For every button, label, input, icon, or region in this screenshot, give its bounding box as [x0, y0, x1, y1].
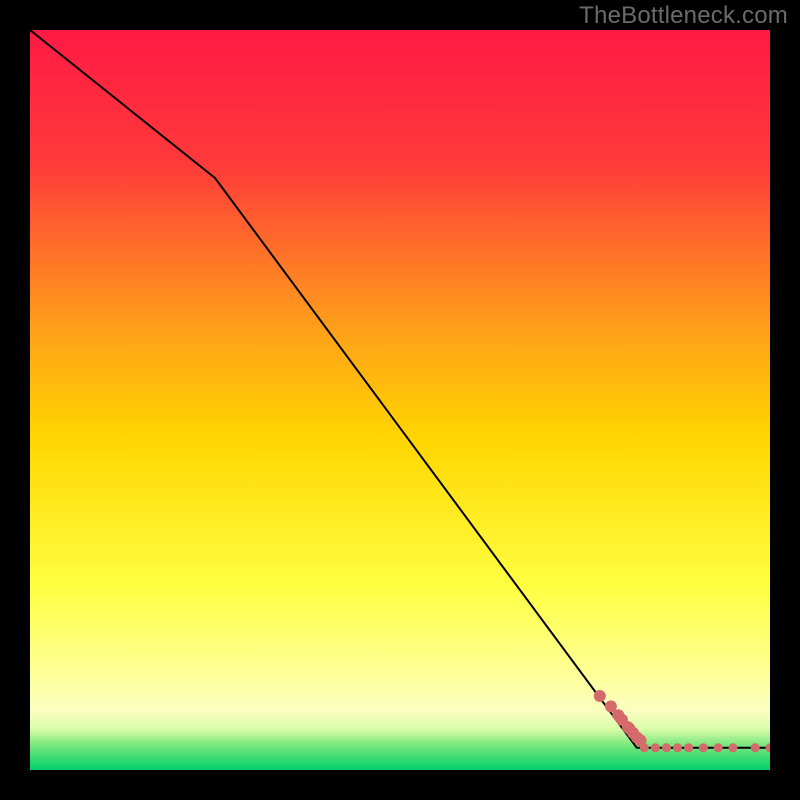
gradient-background	[30, 30, 770, 770]
data-point	[673, 743, 682, 752]
data-point	[729, 743, 738, 752]
data-point	[751, 743, 760, 752]
data-point	[651, 743, 660, 752]
data-point	[640, 743, 649, 752]
plot-area	[30, 30, 770, 770]
data-point	[662, 743, 671, 752]
data-point	[714, 743, 723, 752]
chart-frame: TheBottleneck.com	[0, 0, 800, 800]
data-point	[594, 690, 606, 702]
chart-svg	[30, 30, 770, 770]
watermark-text: TheBottleneck.com	[579, 2, 788, 30]
data-point	[699, 743, 708, 752]
data-point	[684, 743, 693, 752]
